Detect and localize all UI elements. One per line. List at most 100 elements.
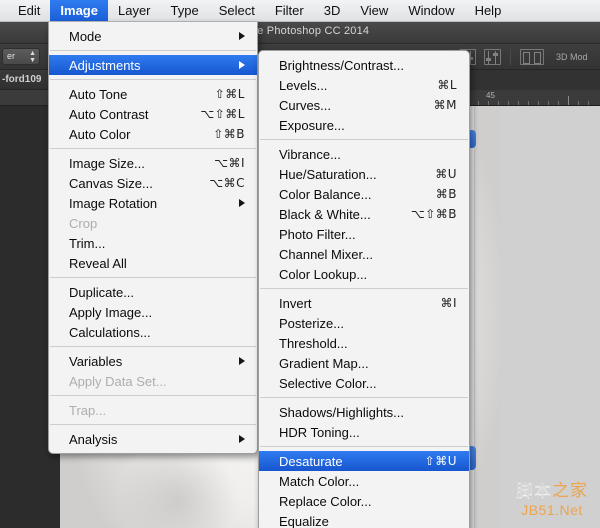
menu-item-label: Black & White... (279, 207, 371, 222)
menu-item-shortcut: ⌥⇧⌘L (184, 107, 245, 121)
menu-item-label: Shadows/Highlights... (279, 405, 404, 420)
menu-item-auto-contrast[interactable]: Auto Contrast ⌥⇧⌘L (49, 104, 257, 124)
menu-item-threshold[interactable]: Threshold... (259, 333, 469, 353)
menu-item-mode[interactable]: Mode (49, 26, 257, 46)
menu-item-label: Color Balance... (279, 187, 372, 202)
menu-item-shortcut: ⌘M (418, 98, 457, 112)
menu-item-shortcut: ⇧⌘U (409, 454, 457, 468)
menu-item-duplicate[interactable]: Duplicate... (49, 282, 257, 302)
menu-item-label: Invert (279, 296, 312, 311)
menu-separator (50, 346, 256, 347)
watermark: 脚本之家 JB51.Net (516, 482, 588, 518)
menubar-item-type[interactable]: Type (161, 0, 209, 21)
menu-item-hdr-toning[interactable]: HDR Toning... (259, 422, 469, 442)
menubar-item-label: Filter (275, 3, 304, 18)
menu-item-equalize[interactable]: Equalize (259, 511, 469, 528)
menubar-item-filter[interactable]: Filter (265, 0, 314, 21)
menubar-item-window[interactable]: Window (398, 0, 464, 21)
submenu-arrow-icon (239, 32, 245, 40)
menu-item-label: Posterize... (279, 316, 344, 331)
menu-item-hue-saturation[interactable]: Hue/Saturation...⌘U (259, 164, 469, 184)
submenu-arrow-icon (239, 199, 245, 207)
menubar-item-edit[interactable]: Edit (8, 0, 50, 21)
menu-item-apply-image[interactable]: Apply Image... (49, 302, 257, 322)
watermark-url: JB51.Net (516, 502, 588, 518)
menu-item-exposure[interactable]: Exposure... (259, 115, 469, 135)
menu-item-label: Trim... (69, 236, 105, 251)
menu-item-image-rotation[interactable]: Image Rotation (49, 193, 257, 213)
tool-preset-combo[interactable]: er ▲▼ (2, 48, 40, 65)
menu-item-label: Mode (69, 29, 102, 44)
menu-item-desaturate[interactable]: Desaturate⇧⌘U (259, 451, 469, 471)
menu-item-image-size[interactable]: Image Size...⌥⌘I (49, 153, 257, 173)
menubar-item-image[interactable]: Image (50, 0, 108, 21)
menu-item-label: Auto Color (69, 127, 130, 142)
image-menu[interactable]: ModeAdjustmentsAuto Tone⇧⌘LAuto Contrast… (48, 22, 258, 454)
menubar-item-3d[interactable]: 3D (314, 0, 351, 21)
menu-item-gradient-map[interactable]: Gradient Map... (259, 353, 469, 373)
menubar-item-select[interactable]: Select (209, 0, 265, 21)
menu-item-curves[interactable]: Curves... ⌘M (259, 95, 469, 115)
menu-item-trim[interactable]: Trim... (49, 233, 257, 253)
menu-item-label: Crop (69, 216, 97, 231)
menu-item-match-color[interactable]: Match Color... (259, 471, 469, 491)
menubar-item-label: Edit (18, 3, 40, 18)
menu-item-shadows-highlights[interactable]: Shadows/Highlights... (259, 402, 469, 422)
distribute-icon[interactable] (520, 49, 544, 65)
menu-item-apply-data-set: Apply Data Set... (49, 371, 257, 391)
menu-item-vibrance[interactable]: Vibrance... (259, 144, 469, 164)
menu-item-label: Duplicate... (69, 285, 134, 300)
options-separator-2 (510, 49, 511, 65)
menu-item-adjustments[interactable]: Adjustments (49, 55, 257, 75)
menu-item-label: Hue/Saturation... (279, 167, 377, 182)
menu-item-levels[interactable]: Levels...⌘L (259, 75, 469, 95)
menu-item-label: Match Color... (279, 474, 359, 489)
menubar-item-label: Help (475, 3, 502, 18)
menu-item-invert[interactable]: Invert ⌘I (259, 293, 469, 313)
menu-item-auto-tone[interactable]: Auto Tone⇧⌘L (49, 84, 257, 104)
menu-separator (50, 148, 256, 149)
menu-item-label: Photo Filter... (279, 227, 356, 242)
menu-item-label: Auto Tone (69, 87, 127, 102)
menu-item-label: Auto Contrast (69, 107, 149, 122)
menu-item-label: Apply Data Set... (69, 374, 167, 389)
menu-item-label: Color Lookup... (279, 267, 367, 282)
menu-separator (50, 395, 256, 396)
watermark-cn-part2: 之家 (552, 481, 588, 501)
menu-item-calculations[interactable]: Calculations... (49, 322, 257, 342)
menubar-item-layer[interactable]: Layer (108, 0, 161, 21)
menu-item-variables[interactable]: Variables (49, 351, 257, 371)
align-horizontal-icon[interactable] (484, 49, 501, 65)
menu-item-label: Canvas Size... (69, 176, 153, 191)
menu-item-auto-color[interactable]: Auto Color ⇧⌘B (49, 124, 257, 144)
menu-item-label: Levels... (279, 78, 327, 93)
menu-item-label: Curves... (279, 98, 331, 113)
menu-item-label: Adjustments (69, 58, 141, 73)
menu-item-label: Replace Color... (279, 494, 372, 509)
menu-bar: Edit ImageLayerTypeSelect Filter 3DViewWind… (0, 0, 600, 22)
menu-item-channel-mixer[interactable]: Channel Mixer... (259, 244, 469, 264)
menu-item-label: Variables (69, 354, 122, 369)
3d-mode-label: 3D Mod (556, 52, 588, 62)
menu-item-photo-filter[interactable]: Photo Filter... (259, 224, 469, 244)
menu-item-selective-color[interactable]: Selective Color... (259, 373, 469, 393)
menu-item-posterize[interactable]: Posterize... (259, 313, 469, 333)
menu-separator (260, 397, 468, 398)
menubar-item-help[interactable]: Help (465, 0, 512, 21)
menubar-item-view[interactable]: View (350, 0, 398, 21)
adjustments-submenu[interactable]: Brightness/Contrast...Levels...⌘LCurves.… (258, 50, 470, 528)
menu-item-label: Exposure... (279, 118, 345, 133)
menu-item-brightness-contrast[interactable]: Brightness/Contrast... (259, 55, 469, 75)
menu-item-shortcut: ⌘I (424, 296, 457, 310)
menu-item-color-balance[interactable]: Color Balance...⌘B (259, 184, 469, 204)
menu-item-color-lookup[interactable]: Color Lookup... (259, 264, 469, 284)
menu-item-replace-color[interactable]: Replace Color... (259, 491, 469, 511)
menu-item-reveal-all[interactable]: Reveal All (49, 253, 257, 273)
menu-item-black-white[interactable]: Black & White...⌥⇧⌘B (259, 204, 469, 224)
menu-item-label: Channel Mixer... (279, 247, 373, 262)
menu-item-canvas-size[interactable]: Canvas Size...⌥⌘C (49, 173, 257, 193)
menu-item-shortcut: ⇧⌘B (197, 127, 245, 141)
menu-item-analysis[interactable]: Analysis (49, 429, 257, 449)
tool-preset-value: er (7, 51, 15, 61)
menu-separator (50, 79, 256, 80)
